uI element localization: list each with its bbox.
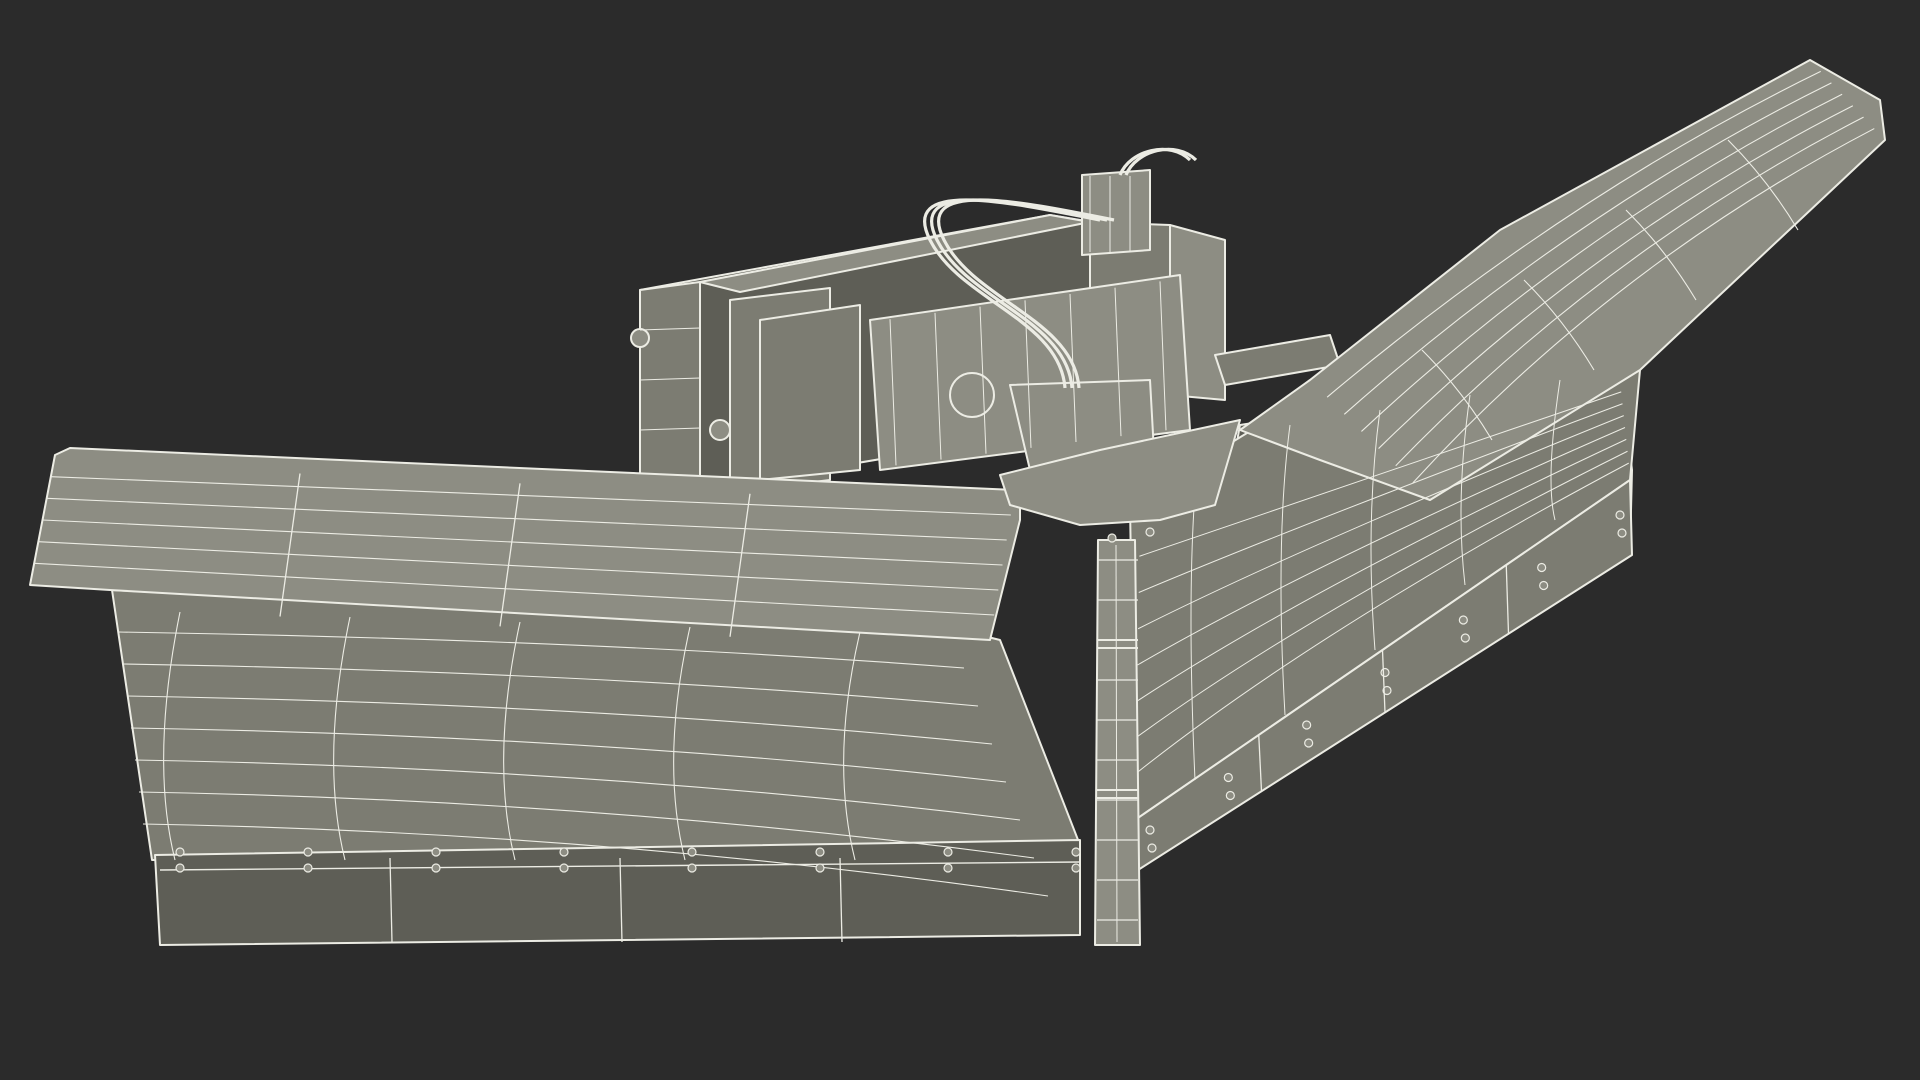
- left-wing: [29, 447, 1081, 946]
- plow-wireframe-render: [0, 0, 1920, 1080]
- bolt: [1302, 720, 1312, 730]
- bolt: [431, 863, 441, 873]
- bolt: [559, 847, 569, 857]
- bolt: [431, 847, 441, 857]
- bolt: [943, 863, 953, 873]
- bolt: [687, 863, 697, 873]
- bolt: [1107, 533, 1117, 543]
- bolt: [1145, 825, 1155, 835]
- bolt: [303, 863, 313, 873]
- bolt: [1071, 863, 1081, 873]
- bolt: [1225, 790, 1235, 801]
- frame-inner-bracket: [759, 304, 861, 481]
- bolt: [559, 863, 569, 873]
- bolt: [303, 847, 313, 857]
- bolt: [1380, 667, 1390, 678]
- bolt: [1145, 527, 1155, 537]
- pivot-bolt: [949, 372, 995, 418]
- pivot-post: [1094, 539, 1141, 946]
- bolt: [687, 847, 697, 857]
- bolt: [1460, 633, 1470, 643]
- bolt: [943, 847, 953, 857]
- bolt: [1223, 772, 1233, 783]
- bolt: [1071, 847, 1081, 857]
- bolt: [1617, 528, 1627, 538]
- bolt: [709, 419, 731, 441]
- bolt: [1537, 562, 1547, 573]
- bolt: [630, 328, 650, 348]
- bolt: [1147, 843, 1157, 853]
- left-cutting-edge: [154, 839, 1081, 946]
- bolt: [175, 863, 185, 873]
- bolt: [175, 847, 185, 857]
- bolt: [1539, 580, 1549, 591]
- bolt: [1615, 510, 1625, 520]
- bolt: [1458, 615, 1468, 625]
- junction-box: [1081, 169, 1151, 256]
- bolt: [815, 847, 825, 857]
- render-viewport: [0, 0, 1920, 1080]
- bolt: [1304, 738, 1314, 748]
- bolt: [815, 863, 825, 873]
- frame-left-post: [639, 281, 701, 491]
